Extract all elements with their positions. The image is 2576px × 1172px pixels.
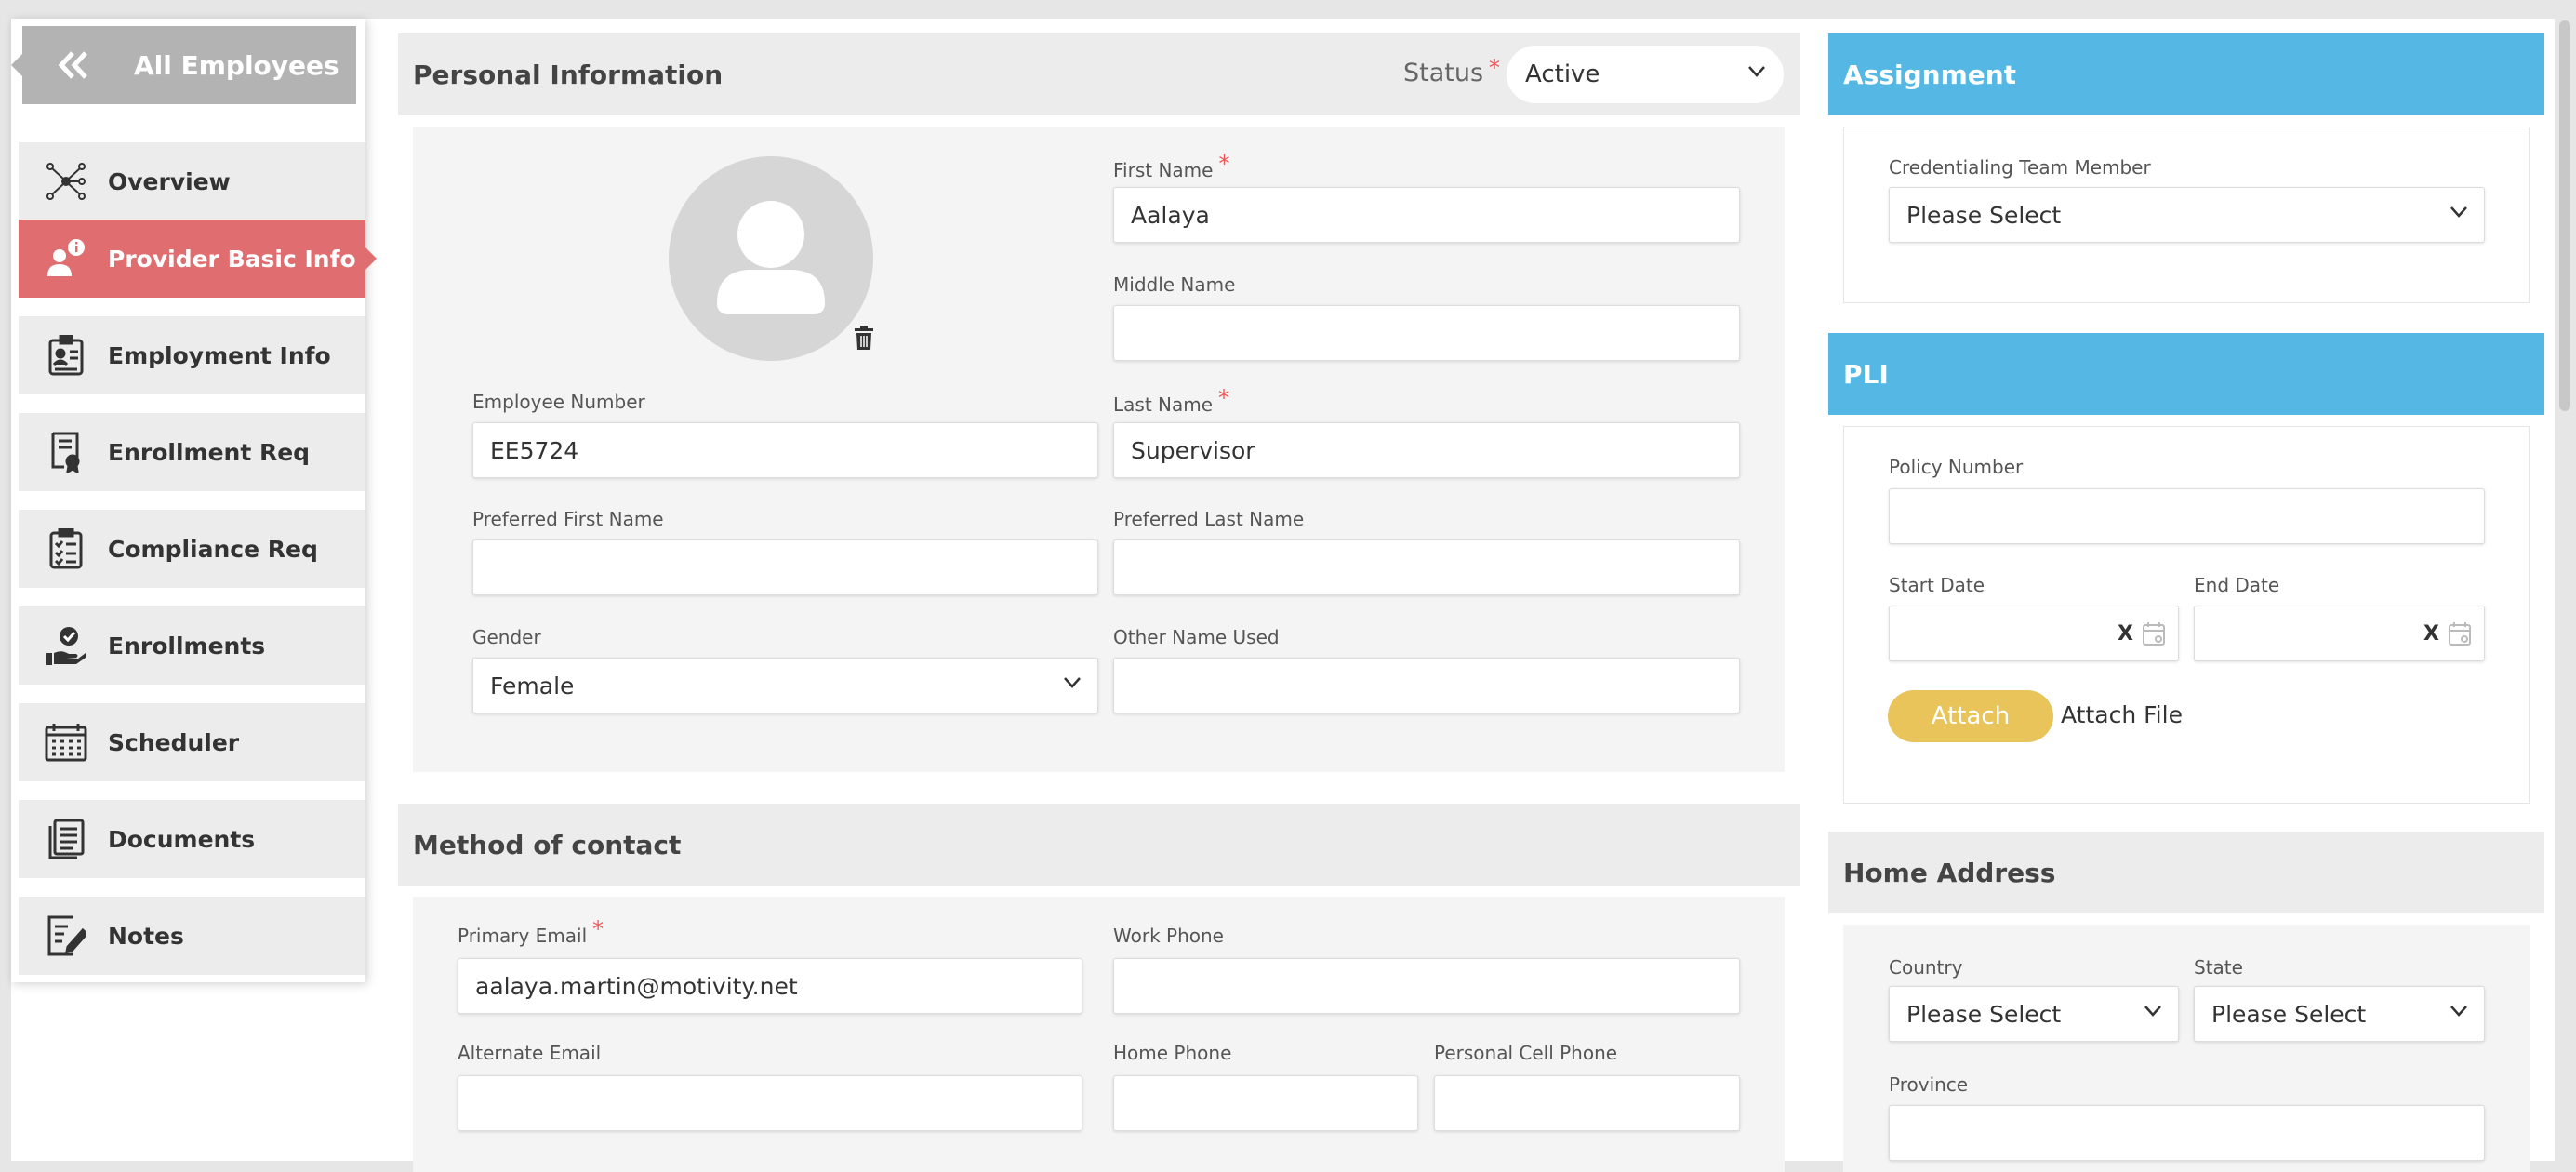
- primary-email-input[interactable]: aalaya.martin@motivity.net: [458, 958, 1082, 1014]
- end-date-label: End Date: [2194, 574, 2280, 596]
- work-phone-label: Work Phone: [1113, 925, 1224, 947]
- first-name-label: First Name *: [1113, 151, 1230, 181]
- chevron-down-icon: [2144, 1006, 2161, 1017]
- sidebar-item-label: Enrollments: [108, 632, 266, 659]
- credentialing-team-member-select[interactable]: Please Select: [1889, 187, 2485, 243]
- network-icon: [45, 160, 87, 203]
- work-phone-input[interactable]: [1113, 958, 1740, 1014]
- province-label: Province: [1889, 1073, 1969, 1096]
- section-title: Personal Information: [413, 59, 724, 90]
- home-phone-input[interactable]: [1113, 1075, 1418, 1131]
- alternate-email-label: Alternate Email: [458, 1042, 602, 1064]
- sidebar-item-label: Compliance Req: [108, 535, 318, 563]
- hand-check-icon: [45, 624, 87, 667]
- sidebar: All Employees Overview Provider Basic In…: [11, 19, 377, 982]
- calendar-icon[interactable]: [2449, 621, 2471, 646]
- section-title: Home Address: [1843, 857, 2056, 888]
- sidebar-item-label: Employment Info: [108, 341, 331, 369]
- credentialing-team-member-label: Credentialing Team Member: [1889, 156, 2151, 179]
- gender-select[interactable]: Female: [472, 658, 1098, 713]
- trash-icon[interactable]: [853, 325, 875, 351]
- certificate-icon: [45, 431, 87, 473]
- other-name-used-input[interactable]: [1113, 658, 1740, 713]
- province-input[interactable]: [1889, 1105, 2485, 1161]
- employee-number-label: Employee Number: [472, 391, 645, 413]
- chevron-down-icon: [2450, 206, 2467, 218]
- middle-name-label: Middle Name: [1113, 273, 1236, 296]
- sidebar-item-label: Enrollment Req: [108, 438, 311, 466]
- sidebar-item-label: Notes: [108, 922, 184, 950]
- personal-cell-phone-input[interactable]: [1434, 1075, 1740, 1131]
- sidebar-item-label: Overview: [108, 167, 231, 195]
- section-title: PLI: [1843, 358, 1889, 390]
- sidebar-item-notes[interactable]: Notes: [19, 897, 365, 975]
- preferred-last-name-label: Preferred Last Name: [1113, 508, 1305, 530]
- state-label: State: [2194, 956, 2243, 979]
- chevron-down-icon: [1748, 66, 1765, 77]
- last-name-input[interactable]: Supervisor: [1113, 422, 1740, 478]
- status-value: Active: [1525, 60, 1600, 88]
- sidebar-item-enrollments[interactable]: Enrollments: [19, 606, 365, 685]
- start-date-input[interactable]: X: [1889, 606, 2179, 661]
- all-employees-label: All Employees: [134, 49, 339, 81]
- avatar[interactable]: [669, 156, 873, 361]
- pli-header: PLI: [1828, 333, 2544, 415]
- country-label: Country: [1889, 956, 1963, 979]
- calendar-icon: [45, 721, 87, 764]
- sidebar-item-documents[interactable]: Documents: [19, 800, 365, 878]
- note-edit-icon: [45, 914, 87, 957]
- employee-number-input[interactable]: EE5724: [472, 422, 1098, 478]
- checklist-icon: [45, 527, 87, 570]
- sidebar-item-scheduler[interactable]: Scheduler: [19, 703, 365, 781]
- clear-end-date-button[interactable]: X: [2423, 622, 2439, 646]
- sidebar-item-employment-info[interactable]: Employment Info: [19, 316, 365, 394]
- chevron-down-icon: [1064, 677, 1081, 688]
- last-name-label: Last Name *: [1113, 385, 1230, 416]
- policy-number-label: Policy Number: [1889, 456, 2024, 478]
- sidebar-item-label: Documents: [108, 825, 256, 853]
- all-employees-back-button[interactable]: All Employees: [11, 26, 356, 104]
- gender-label: Gender: [472, 626, 541, 648]
- vertical-scrollbar[interactable]: [2559, 20, 2570, 411]
- primary-email-label: Primary Email *: [458, 916, 604, 947]
- preferred-first-name-input[interactable]: [472, 539, 1098, 595]
- attach-button[interactable]: Attach: [1888, 690, 2053, 742]
- country-select[interactable]: Please Select: [1889, 986, 2179, 1042]
- personal-cell-phone-label: Personal Cell Phone: [1434, 1042, 1618, 1064]
- sidebar-item-overview[interactable]: Overview: [19, 142, 365, 220]
- end-date-input[interactable]: X: [2194, 606, 2485, 661]
- double-chevron-left-icon: [58, 50, 113, 80]
- user-placeholder-icon: [717, 201, 825, 314]
- status-select[interactable]: Active: [1507, 46, 1784, 103]
- first-name-input[interactable]: Aalaya: [1113, 187, 1740, 243]
- state-select[interactable]: Please Select: [2194, 986, 2485, 1042]
- policy-number-input[interactable]: [1889, 488, 2485, 544]
- user-info-icon: [45, 237, 87, 280]
- other-name-used-label: Other Name Used: [1113, 626, 1280, 648]
- preferred-last-name-input[interactable]: [1113, 539, 1740, 595]
- id-badge-icon: [45, 334, 87, 377]
- middle-name-input[interactable]: [1113, 305, 1740, 361]
- section-title: Assignment: [1843, 59, 2017, 90]
- clear-start-date-button[interactable]: X: [2118, 622, 2133, 646]
- sidebar-item-label: Scheduler: [108, 728, 240, 756]
- alternate-email-input[interactable]: [458, 1075, 1082, 1131]
- sidebar-item-compliance-req[interactable]: Compliance Req: [19, 510, 365, 588]
- document-icon: [45, 818, 87, 860]
- method-of-contact-header: Method of contact: [398, 804, 1800, 886]
- assignment-header: Assignment: [1828, 33, 2544, 115]
- section-title: Method of contact: [413, 829, 682, 860]
- status-label: Status *: [1403, 55, 1501, 87]
- preferred-first-name-label: Preferred First Name: [472, 508, 664, 530]
- home-address-header: Home Address: [1828, 832, 2544, 913]
- attach-file-label: Attach File: [2061, 701, 2183, 728]
- home-phone-label: Home Phone: [1113, 1042, 1232, 1064]
- calendar-icon[interactable]: [2143, 621, 2165, 646]
- sidebar-item-provider-basic-info[interactable]: Provider Basic Info: [19, 220, 377, 298]
- chevron-down-icon: [2450, 1006, 2467, 1017]
- sidebar-item-label: Provider Basic Info: [108, 245, 356, 273]
- start-date-label: Start Date: [1889, 574, 1985, 596]
- sidebar-item-enrollment-req[interactable]: Enrollment Req: [19, 413, 365, 491]
